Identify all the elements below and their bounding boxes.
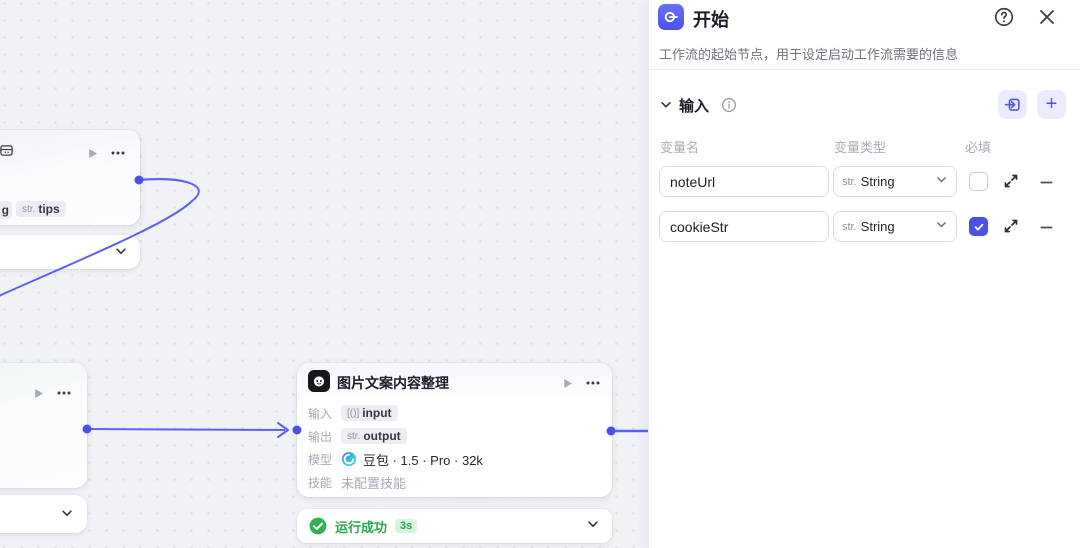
node-more-icon[interactable]: [110, 145, 126, 161]
run-node-icon[interactable]: [559, 375, 575, 391]
str-type-icon: str.: [347, 430, 361, 442]
variable-name-input[interactable]: noteUrl: [659, 166, 829, 197]
output-tag: str. output: [341, 428, 407, 444]
column-header-required: 必填: [965, 140, 992, 155]
input-tag: [()] input: [341, 405, 398, 421]
chevron-down-icon[interactable]: [586, 517, 600, 536]
run-duration-badge: 3s: [395, 519, 418, 533]
panel-title: 开始: [693, 10, 729, 30]
chevron-down-icon[interactable]: [114, 244, 128, 263]
str-type-icon: str.: [842, 175, 857, 188]
variable-type-select[interactable]: str. String: [833, 166, 957, 197]
expand-icon[interactable]: [1002, 217, 1022, 237]
doubao-icon: [342, 452, 356, 466]
node-more-icon[interactable]: [585, 375, 601, 391]
str-type-icon: str.: [842, 220, 857, 233]
node-bottom-left-collapse-bar[interactable]: [0, 495, 87, 533]
expand-icon[interactable]: [1002, 172, 1022, 192]
close-icon[interactable]: [1037, 7, 1057, 27]
str-type-icon: str.: [22, 203, 36, 215]
chevron-down-icon: [935, 218, 948, 236]
column-header-name: 变量名: [660, 140, 700, 155]
input-section-title: 输入: [679, 98, 710, 115]
node-top-left[interactable]: g str. tips: [0, 130, 140, 225]
remove-row-icon[interactable]: [1036, 172, 1056, 192]
add-variable-button[interactable]: +: [1037, 90, 1066, 119]
required-checkbox[interactable]: [969, 217, 988, 236]
section-collapse-icon[interactable]: [659, 98, 673, 112]
row-label-output: 输出: [308, 429, 333, 444]
run-node-icon[interactable]: [30, 385, 46, 401]
start-node-icon: [658, 4, 684, 30]
node-llm[interactable]: 图片文案内容整理 输入 [()] input 输出 str. output 模型…: [297, 363, 612, 497]
row-label-skill: 技能: [308, 475, 333, 490]
divider: [649, 69, 1080, 70]
row-label-model: 模型: [308, 452, 333, 467]
model-value: 豆包 · 1.5 · Pro · 32k: [341, 450, 483, 469]
remove-row-icon[interactable]: [1036, 217, 1056, 237]
chevron-down-icon[interactable]: [60, 506, 74, 525]
node-top-left-collapse-bar[interactable]: [0, 235, 140, 269]
panel-subtitle: 工作流的起始节点，用于设定启动工作流需要的信息: [659, 47, 959, 62]
run-node-icon[interactable]: [84, 145, 100, 161]
llm-bot-icon: [308, 370, 330, 392]
node-icon-partial: [0, 144, 13, 162]
object-type-icon: [()]: [347, 407, 360, 419]
output-tag-tips: str. tips: [16, 201, 66, 217]
import-variables-button[interactable]: [998, 90, 1027, 119]
row-label-input: 输入: [308, 406, 333, 421]
chevron-down-icon: [935, 173, 948, 191]
variable-type-select[interactable]: str. String: [833, 211, 957, 242]
workflow-canvas[interactable]: g str. tips 图片文案内容整理 输入 [()] input 输出 st…: [0, 0, 648, 548]
required-checkbox[interactable]: [969, 172, 988, 191]
info-icon[interactable]: [721, 97, 737, 113]
workflow-editor: g str. tips 图片文案内容整理 输入 [()] input 输出 st…: [0, 0, 1080, 548]
skill-value: 未配置技能: [341, 475, 407, 491]
import-icon: [1004, 98, 1020, 111]
run-status-bar[interactable]: 运行成功 3s: [297, 509, 612, 543]
start-node-config-panel: 开始 工作流的起始节点，用于设定启动工作流需要的信息 输入 + 变量名 变量类型…: [648, 0, 1080, 548]
success-check-icon: [309, 517, 327, 535]
help-icon[interactable]: [993, 6, 1015, 28]
run-status-text: 运行成功: [335, 519, 388, 535]
variable-name-input[interactable]: cookieStr: [659, 211, 829, 242]
plus-icon: +: [1045, 92, 1058, 115]
node-bottom-left[interactable]: [0, 363, 87, 488]
column-header-type: 变量类型: [834, 140, 887, 155]
output-tag-partial: g: [0, 201, 12, 219]
node-more-icon[interactable]: [56, 385, 72, 401]
node-title: 图片文案内容整理: [337, 375, 449, 391]
